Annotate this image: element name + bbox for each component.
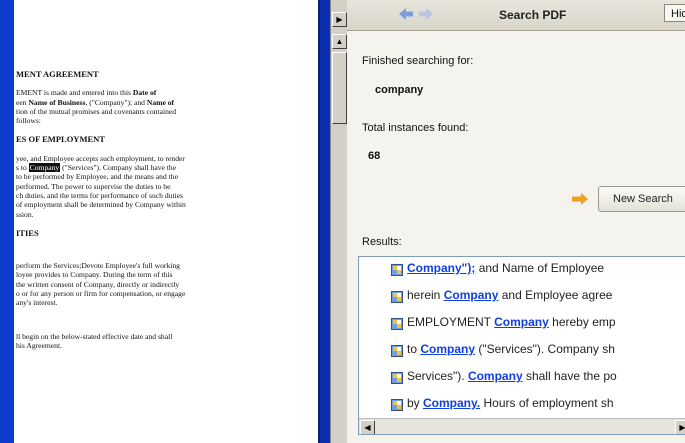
result-item[interactable]: by Company. Hours of employment sh bbox=[359, 393, 685, 413]
total-label: Total instances found: bbox=[362, 122, 469, 134]
search-result-icon bbox=[391, 343, 403, 357]
result-item[interactable]: Services"). Company shall have the po bbox=[359, 366, 685, 386]
result-keyword-link[interactable]: Company. bbox=[423, 396, 480, 410]
hide-button[interactable]: Hide bbox=[664, 4, 685, 22]
result-keyword-link[interactable]: Company bbox=[494, 315, 549, 329]
search-result-icon bbox=[391, 370, 403, 384]
search-highlight: Company bbox=[28, 163, 61, 173]
search-result-icon bbox=[391, 397, 403, 411]
result-item[interactable]: herein Company and Employee agree bbox=[359, 285, 685, 305]
result-keyword-link[interactable]: Company bbox=[468, 369, 523, 383]
results-hscrollbar[interactable]: ◀ ▶ bbox=[359, 418, 685, 434]
result-keyword-link[interactable]: Company"); bbox=[407, 261, 475, 275]
search-result-icon bbox=[391, 316, 403, 330]
document-left-edge bbox=[0, 0, 14, 443]
panel-toggle-arrow-icon[interactable]: ▶ bbox=[332, 12, 347, 27]
document-scrollbar[interactable]: ▶ ▲ bbox=[330, 0, 347, 443]
result-item[interactable]: Company"); and Name of Employee bbox=[359, 258, 685, 278]
new-search-button[interactable]: New Search bbox=[598, 186, 685, 212]
scroll-left-icon[interactable]: ◀ bbox=[360, 420, 375, 434]
doc-section-employment: ES OF EMPLOYMENT bbox=[16, 134, 105, 145]
search-panel: Search PDF Hide Finished searching for: … bbox=[347, 0, 685, 443]
result-keyword-link[interactable]: Company bbox=[444, 288, 499, 302]
doc-paragraph-1: EMENT is made and entered into this Date… bbox=[16, 88, 177, 126]
search-result-icon bbox=[391, 262, 403, 276]
total-count: 68 bbox=[368, 150, 381, 162]
doc-heading: MENT AGREEMENT bbox=[16, 69, 99, 79]
results-list[interactable]: Company"); and Name of Employee herein Co… bbox=[358, 256, 685, 435]
scroll-right-icon[interactable]: ▶ bbox=[675, 420, 685, 434]
results-label: Results: bbox=[362, 236, 402, 248]
document-text: MENT AGREEMENT EMENT is made and entered… bbox=[16, 66, 316, 360]
panel-title: Search PDF bbox=[499, 8, 567, 22]
result-item[interactable]: to Company ("Services"). Company sh bbox=[359, 339, 685, 359]
forward-arrow-icon[interactable] bbox=[419, 8, 433, 20]
arrow-right-icon bbox=[572, 193, 588, 205]
finished-label: Finished searching for: bbox=[362, 55, 474, 67]
scroll-up-icon[interactable]: ▲ bbox=[332, 34, 347, 49]
doc-paragraph-4: ll begin on the below-stated effective d… bbox=[16, 331, 173, 350]
result-item[interactable]: EMPLOYMENT Company hereby emp bbox=[359, 312, 685, 332]
scroll-thumb[interactable] bbox=[332, 52, 347, 124]
doc-paragraph-2: yee, and Employee accepts such employmen… bbox=[16, 153, 186, 219]
search-term: company bbox=[375, 84, 424, 96]
doc-section-duties: ITIES bbox=[16, 227, 39, 238]
search-panel-toolbar: Search PDF Hide bbox=[347, 0, 685, 31]
doc-paragraph-3: perform the Services;Devote Employee's f… bbox=[16, 261, 186, 308]
back-arrow-icon[interactable] bbox=[399, 8, 413, 20]
search-result-icon bbox=[391, 289, 403, 303]
document-page: MENT AGREEMENT EMENT is made and entered… bbox=[0, 0, 320, 443]
result-keyword-link[interactable]: Company bbox=[420, 342, 475, 356]
